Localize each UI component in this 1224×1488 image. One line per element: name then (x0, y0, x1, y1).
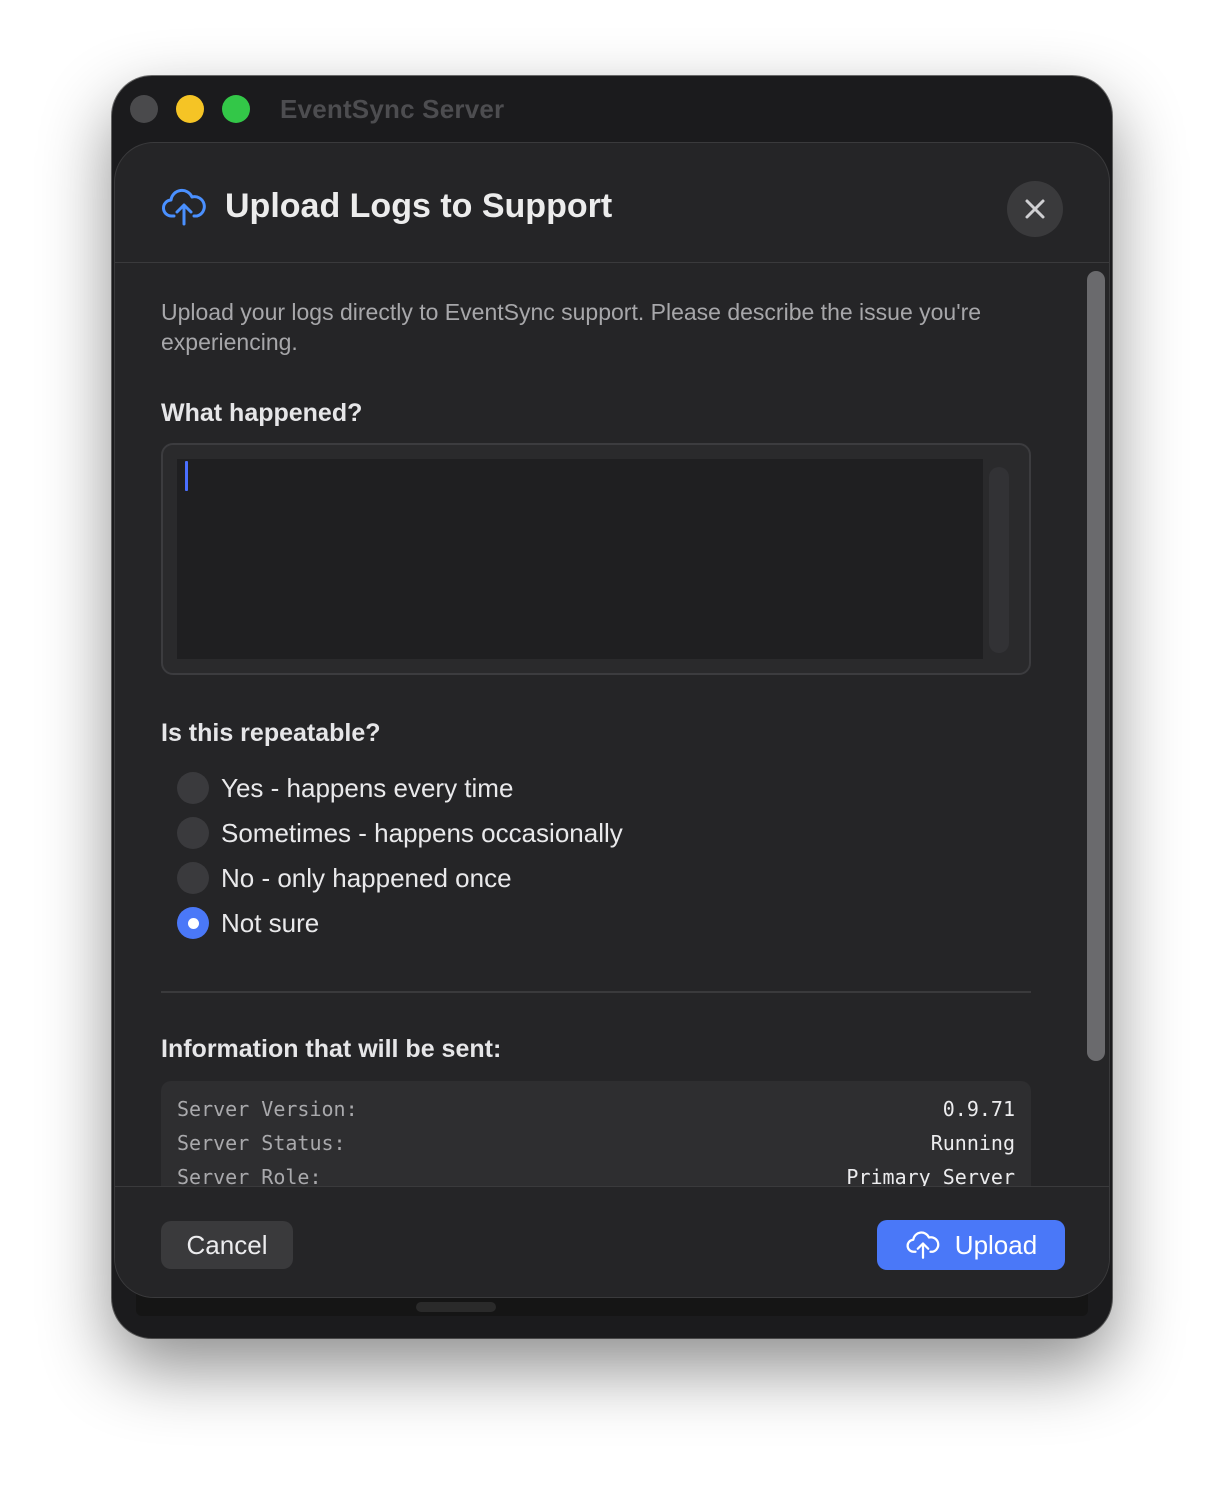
radio-label: No - only happened once (221, 862, 512, 893)
what-happened-input[interactable] (177, 459, 983, 659)
info-row: Server Version: 0.9.71 (177, 1097, 1015, 1127)
close-icon (1025, 199, 1045, 219)
radio-button[interactable] (177, 817, 209, 849)
app-window: EventSync Server Upload Logs to Support … (112, 76, 1112, 1338)
window-minimize-button[interactable] (176, 95, 204, 123)
dialog-scrollbar-thumb[interactable] (1087, 271, 1105, 1061)
info-row: Server Role: Primary Server (177, 1165, 1015, 1187)
upload-button[interactable]: Upload (877, 1220, 1065, 1270)
textarea-scrollbar[interactable] (989, 467, 1009, 653)
window-zoom-button[interactable] (222, 95, 250, 123)
background-log-badge (416, 1302, 496, 1312)
radio-option-no[interactable]: No - only happened once (177, 861, 512, 895)
window-close-button[interactable] (130, 95, 158, 123)
info-summary-box: Server Version: 0.9.71 Server Status: Ru… (161, 1081, 1031, 1187)
section-divider (161, 991, 1031, 993)
cancel-button[interactable]: Cancel (161, 1221, 293, 1269)
window-title: EventSync Server (280, 94, 505, 124)
repeatable-label: Is this repeatable? (161, 719, 381, 747)
info-value: 0.9.71 (942, 1097, 1015, 1121)
title-bar: EventSync Server (112, 76, 1112, 140)
info-value: Primary Server (846, 1165, 1015, 1187)
radio-label: Sometimes - happens occasionally (221, 817, 623, 848)
dialog-header: Upload Logs to Support (115, 143, 1109, 263)
radio-button[interactable] (177, 862, 209, 894)
radio-button-selected[interactable] (177, 907, 209, 939)
radio-option-sometimes[interactable]: Sometimes - happens occasionally (177, 816, 623, 850)
info-label: Information that will be sent: (161, 1035, 502, 1063)
info-key: Server Status: (177, 1131, 346, 1155)
info-row: Server Status: Running (177, 1131, 1015, 1161)
radio-label: Yes - happens every time (221, 772, 514, 803)
text-caret (185, 461, 188, 491)
radio-option-not-sure[interactable]: Not sure (177, 906, 319, 940)
radio-label: Not sure (221, 907, 320, 938)
dialog-body: Upload your logs directly to EventSync s… (115, 263, 1109, 1187)
what-happened-label: What happened? (161, 399, 363, 427)
intro-text: Upload your logs directly to EventSync s… (161, 299, 982, 355)
upload-button-label: Upload (954, 1229, 1038, 1260)
dialog-close-button[interactable] (1007, 181, 1063, 237)
radio-option-yes[interactable]: Yes - happens every time (177, 771, 513, 805)
cloud-upload-icon (162, 188, 206, 226)
what-happened-field-frame (161, 443, 1031, 675)
upload-logs-dialog: Upload Logs to Support Upload your logs … (114, 142, 1110, 1298)
dialog-title: Upload Logs to Support (225, 187, 613, 225)
cloud-upload-icon (906, 1231, 940, 1259)
info-key: Server Version: (177, 1097, 358, 1121)
info-key: Server Role: (177, 1165, 322, 1187)
radio-button[interactable] (177, 772, 209, 804)
info-value: Running (930, 1131, 1015, 1155)
dialog-footer: Cancel Upload (115, 1186, 1109, 1297)
